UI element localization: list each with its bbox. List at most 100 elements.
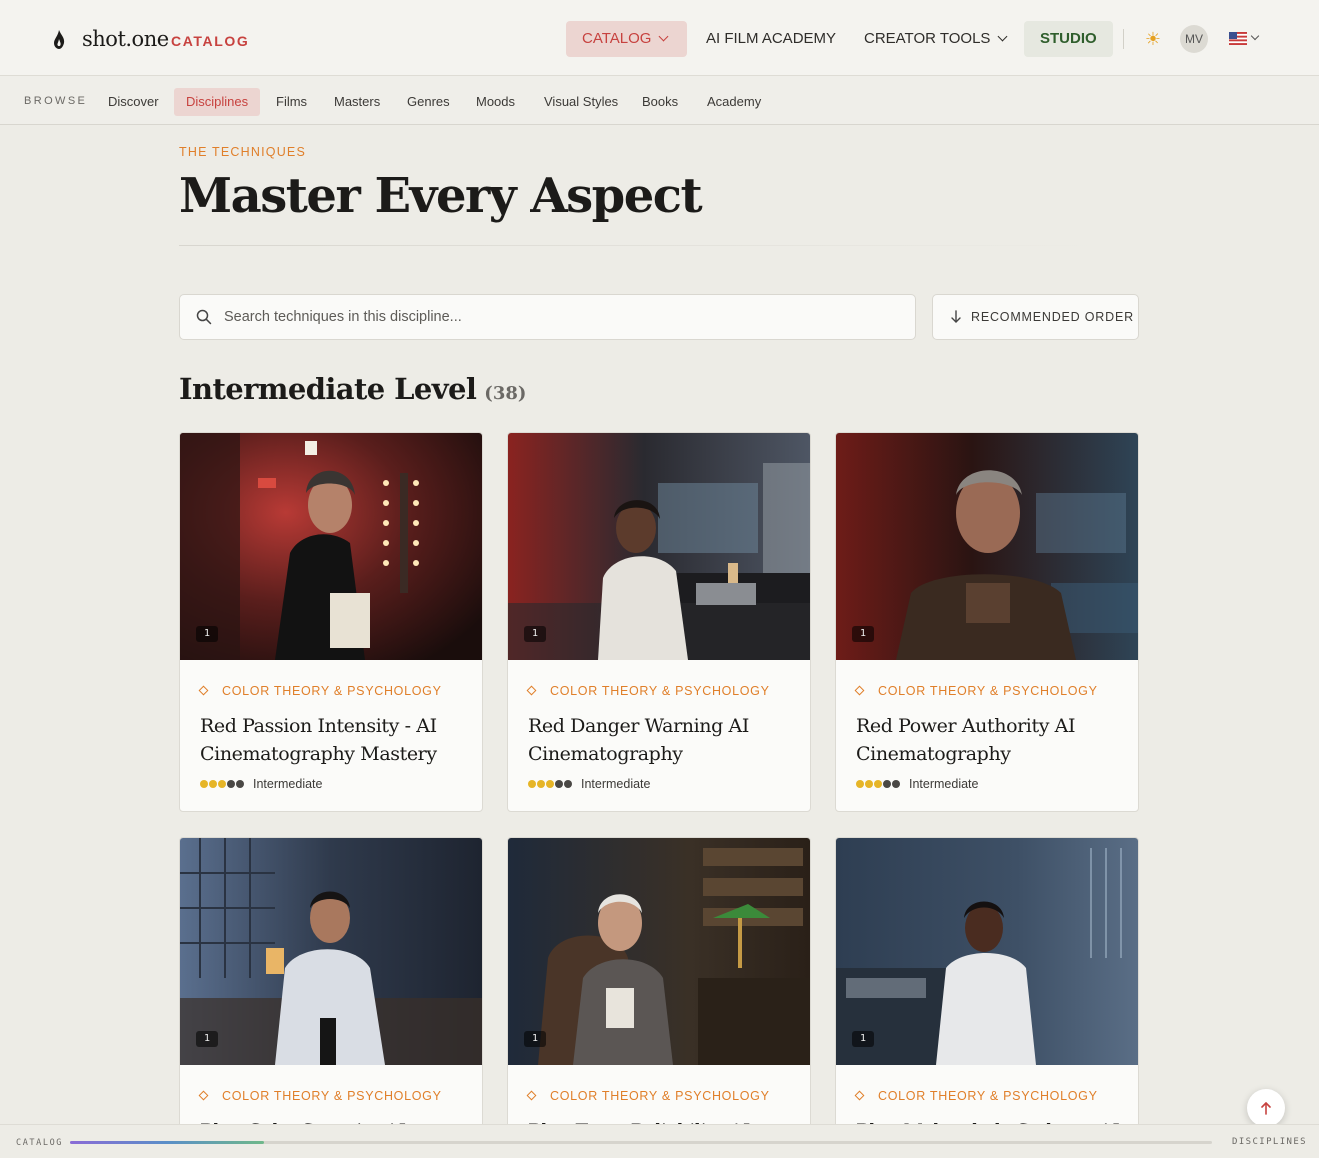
nav-ai-film-academy-link[interactable]: AI FILM ACADEMY: [690, 21, 852, 57]
logo-catalog-label[interactable]: CATALOG: [171, 33, 249, 49]
card-image-badge: 1: [524, 1031, 546, 1047]
section-title-text: Intermediate Level: [179, 372, 477, 406]
technique-card[interactable]: 1 COLOR THEORY & PSYCHOLOGY Blue Trust R…: [507, 837, 811, 1137]
technique-card[interactable]: 1 COLOR THEORY & PSYCHOLOGY Blue Melanch…: [835, 837, 1139, 1137]
level-dot-icon: [856, 779, 864, 788]
card-thumbnail: 1: [180, 433, 482, 660]
chevron-down-icon: [997, 31, 1008, 42]
card-thumbnail: 1: [508, 433, 810, 660]
level-dot-icon: [528, 779, 536, 788]
card-category: COLOR THEORY & PSYCHOLOGY: [198, 684, 442, 698]
nav-creator-tools-button[interactable]: CREATOR TOOLS: [848, 21, 1022, 57]
level-dot-icon: [883, 779, 891, 788]
page-title: Master Every Aspect: [179, 168, 703, 224]
card-category-label: COLOR THEORY & PSYCHOLOGY: [878, 684, 1098, 698]
subnav-item-genres[interactable]: Genres: [395, 88, 462, 116]
scroll-to-top-button[interactable]: [1247, 1089, 1285, 1127]
level-dot-icon: [227, 779, 235, 788]
card-thumbnail: 1: [836, 838, 1138, 1065]
diamond-icon: [854, 1090, 865, 1101]
diamond-icon: [526, 685, 537, 696]
reading-progress-bar: CATALOG DISCIPLINES: [0, 1124, 1319, 1158]
subnav-item-disciplines[interactable]: Disciplines: [174, 88, 261, 116]
level-dot-icon: [546, 779, 554, 788]
progress-fill: [70, 1141, 265, 1144]
card-category: COLOR THEORY & PSYCHOLOGY: [854, 1089, 1098, 1103]
language-chevron-down-icon[interactable]: [1250, 31, 1260, 41]
progress-start-label: CATALOG: [16, 1138, 64, 1148]
level-dot-icon: [236, 779, 244, 788]
technique-card[interactable]: 1 COLOR THEORY & PSYCHOLOGY Red Passion …: [179, 432, 483, 812]
card-category-label: COLOR THEORY & PSYCHOLOGY: [222, 1089, 442, 1103]
nav-catalog-label: CATALOG: [582, 30, 652, 47]
card-level: Intermediate: [856, 777, 978, 791]
card-level-label: Intermediate: [909, 777, 979, 791]
title-divider: [179, 245, 1099, 246]
progress-track: [70, 1141, 1212, 1144]
top-navigation-bar: shot.one CATALOG CATALOG AI FILM ACADEMY…: [0, 0, 1319, 76]
card-image-badge: 1: [196, 626, 218, 642]
section-eyebrow: THE TECHNIQUES: [179, 145, 306, 159]
section-count: (38): [484, 383, 527, 404]
card-title: Red Power Authority AI Cinematography: [856, 715, 1076, 765]
card-category: COLOR THEORY & PSYCHOLOGY: [198, 1089, 442, 1103]
card-image-badge: 1: [524, 626, 546, 642]
browse-subnav: BROWSE Discover Disciplines Films Master…: [0, 76, 1319, 125]
flame-logo-icon[interactable]: [52, 30, 66, 50]
card-thumbnail: 1: [836, 433, 1138, 660]
us-flag-icon[interactable]: [1229, 32, 1247, 45]
arrow-down-icon: [951, 310, 961, 323]
card-category: COLOR THEORY & PSYCHOLOGY: [526, 684, 770, 698]
level-dot-icon: [874, 779, 882, 788]
card-category: COLOR THEORY & PSYCHOLOGY: [526, 1089, 770, 1103]
card-category-label: COLOR THEORY & PSYCHOLOGY: [222, 684, 442, 698]
nav-divider: [1123, 29, 1124, 49]
card-category: COLOR THEORY & PSYCHOLOGY: [854, 684, 1098, 698]
card-title: Red Danger Warning AI Cinematography: [528, 715, 749, 765]
subnav-item-visual-styles[interactable]: Visual Styles: [532, 88, 630, 116]
level-dot-icon: [555, 779, 563, 788]
level-dot-icon: [218, 779, 226, 788]
search-input[interactable]: [224, 295, 904, 339]
level-dot-icon: [209, 779, 217, 788]
browse-label: BROWSE: [24, 95, 88, 107]
card-thumbnail: 1: [180, 838, 482, 1065]
logo-wordmark[interactable]: shot.one: [82, 27, 169, 51]
search-box: [179, 294, 916, 340]
card-title: Red Passion Intensity - AI Cinematograph…: [200, 715, 437, 765]
diamond-icon: [198, 1090, 209, 1101]
search-icon: [196, 309, 212, 325]
card-thumbnail: 1: [508, 838, 810, 1065]
technique-card[interactable]: 1 COLOR THEORY & PSYCHOLOGY Red Power Au…: [835, 432, 1139, 812]
card-image-badge: 1: [196, 1031, 218, 1047]
level-dot-icon: [537, 779, 545, 788]
section-title: Intermediate Level (38): [179, 372, 526, 406]
avatar-initials: MV: [1185, 32, 1203, 46]
subnav-item-films[interactable]: Films: [264, 88, 319, 116]
card-image-badge: 1: [852, 626, 874, 642]
card-level-label: Intermediate: [253, 777, 323, 791]
user-avatar[interactable]: MV: [1180, 25, 1208, 53]
technique-card[interactable]: 1 COLOR THEORY & PSYCHOLOGY Blue Calm Se…: [179, 837, 483, 1137]
recommended-order-label: RECOMMENDED ORDER: [971, 310, 1134, 324]
diamond-icon: [854, 685, 865, 696]
card-category-label: COLOR THEORY & PSYCHOLOGY: [878, 1089, 1098, 1103]
nav-studio-button[interactable]: STUDIO: [1024, 21, 1113, 57]
recommended-order-button[interactable]: RECOMMENDED ORDER: [932, 294, 1139, 340]
level-dot-icon: [865, 779, 873, 788]
card-level: Intermediate: [528, 777, 650, 791]
subnav-item-academy[interactable]: Academy: [695, 88, 773, 116]
progress-end-label: DISCIPLINES: [1232, 1137, 1308, 1147]
subnav-item-moods[interactable]: Moods: [464, 88, 527, 116]
theme-toggle-sun-icon[interactable]: ☀: [1144, 30, 1162, 48]
nav-catalog-button[interactable]: CATALOG: [566, 21, 687, 57]
subnav-item-discover[interactable]: Discover: [96, 88, 171, 116]
level-dot-icon: [200, 779, 208, 788]
nav-academy-label: AI FILM ACADEMY: [706, 30, 837, 47]
subnav-item-books[interactable]: Books: [630, 88, 690, 116]
technique-card[interactable]: 1 COLOR THEORY & PSYCHOLOGY Red Danger W…: [507, 432, 811, 812]
card-image-badge: 1: [852, 1031, 874, 1047]
subnav-item-masters[interactable]: Masters: [322, 88, 392, 116]
chevron-down-icon: [659, 31, 669, 42]
card-level-label: Intermediate: [581, 777, 651, 791]
